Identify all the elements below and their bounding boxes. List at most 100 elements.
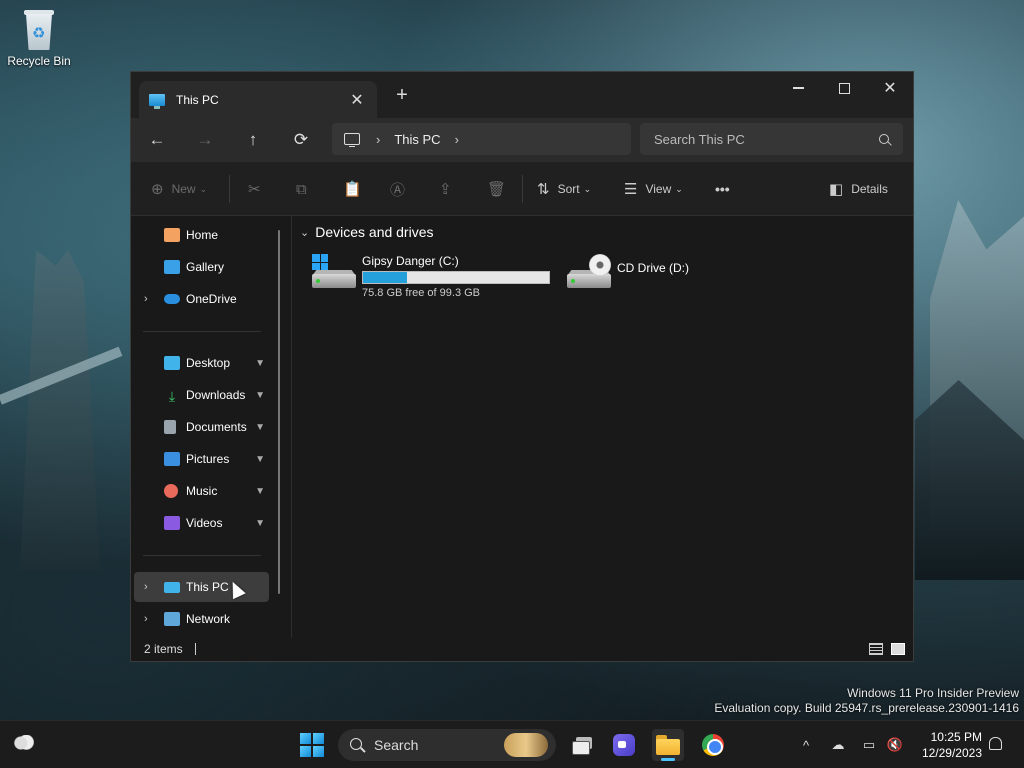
onedrive-tray-icon[interactable]: ☁ <box>826 721 850 768</box>
pictures-icon <box>164 452 180 466</box>
search-icon <box>879 134 889 144</box>
view-button[interactable]: ☰ View ⌄ <box>624 162 683 216</box>
sidebar-item-label: OneDrive <box>186 292 237 306</box>
pin-icon[interactable]: ▼ <box>255 486 265 497</box>
expand-chevron-icon[interactable]: › <box>144 613 148 625</box>
delete-icon: 🗑 <box>487 181 507 198</box>
breadcrumb-this-pc[interactable]: This PC <box>394 132 440 147</box>
details-button[interactable]: ◧ Details <box>829 162 888 216</box>
pin-icon[interactable]: ▼ <box>255 518 265 529</box>
sidebar-item-pictures[interactable]: Pictures ▼ <box>134 444 269 474</box>
evaluation-watermark: Windows 11 Pro Insider Preview Evaluatio… <box>714 686 1019 716</box>
rename-button[interactable]: Ⓐ <box>390 162 413 216</box>
chrome-taskbar-button[interactable] <box>697 729 729 761</box>
chevron-down-icon: ⌄ <box>199 183 208 194</box>
network-tray-icon[interactable]: ▭ <box>858 721 880 768</box>
breadcrumb-chevron[interactable]: › <box>455 132 459 147</box>
search-input[interactable]: Search This PC <box>654 132 879 147</box>
sidebar-item-onedrive[interactable]: › OneDrive <box>134 284 269 314</box>
sidebar-item-label: This PC <box>186 580 229 594</box>
search-highlight-icon <box>504 733 548 757</box>
recycle-bin-desktop-icon[interactable]: ♻ Recycle Bin <box>6 8 72 68</box>
sidebar-item-documents[interactable]: Documents ▼ <box>134 412 269 442</box>
sidebar-item-gallery[interactable]: Gallery <box>134 252 269 282</box>
weather-widget-icon[interactable] <box>12 735 34 751</box>
task-view-icon <box>572 737 592 755</box>
paste-icon: 📋 <box>343 181 362 198</box>
rename-icon: Ⓐ <box>390 181 406 199</box>
new-tab-button[interactable]: + <box>389 84 415 107</box>
pin-icon[interactable]: ▼ <box>255 390 265 401</box>
sidebar-item-home[interactable]: Home <box>134 220 269 250</box>
cd-drive-icon <box>567 254 611 292</box>
show-hidden-icons-button[interactable]: ^ <box>796 721 816 768</box>
sidebar-scrollbar[interactable] <box>278 230 280 594</box>
sort-label: Sort <box>557 182 580 196</box>
tab-close-button[interactable]: ✕ <box>347 90 367 110</box>
chevron-down-icon: ⌄ <box>675 183 683 194</box>
forward-button[interactable]: → <box>189 126 221 154</box>
expand-chevron-icon[interactable]: › <box>144 581 148 593</box>
system-clock[interactable]: 10:25 PM 12/29/2023 <box>918 729 982 761</box>
breadcrumb-chevron[interactable]: › <box>376 132 380 147</box>
new-label: New <box>171 182 196 196</box>
sidebar-item-this-pc[interactable]: › This PC <box>134 572 269 602</box>
volume-muted-icon[interactable]: 🔇 <box>884 721 906 768</box>
drive-usage-bar <box>362 271 550 284</box>
pin-icon[interactable]: ▼ <box>255 358 265 369</box>
videos-icon <box>164 516 180 530</box>
sidebar-item-label: Network <box>186 612 231 626</box>
this-pc-icon <box>149 93 165 109</box>
delete-button[interactable]: 🗑 <box>487 162 514 216</box>
file-list-pane: ⌄ Devices and drives Gipsy Danger (C:) 7… <box>291 216 913 638</box>
close-button[interactable]: ✕ <box>867 72 913 104</box>
share-button[interactable]: ⇪ <box>439 162 460 216</box>
wallpaper-blade <box>0 346 123 405</box>
status-bar: 2 items <box>131 637 913 661</box>
notification-bell-icon[interactable] <box>989 737 1002 750</box>
wallpaper-building <box>930 200 1024 530</box>
command-bar: ⊕ New ⌄ ✂ ⧉ 📋 Ⓐ ⇪ 🗑 ⇅ Sort ⌄ ☰ View ⌄ ••… <box>131 162 913 216</box>
sort-button[interactable]: ⇅ Sort ⌄ <box>537 162 591 216</box>
details-view-button[interactable] <box>869 643 883 655</box>
chevron-down-icon: ⌄ <box>583 183 592 194</box>
large-icons-view-button[interactable] <box>891 643 905 655</box>
search-icon <box>350 738 362 750</box>
sidebar-item-music[interactable]: Music ▼ <box>134 476 269 506</box>
teams-chat-button[interactable] <box>608 729 640 761</box>
task-view-button[interactable] <box>566 729 598 761</box>
cut-button[interactable]: ✂ <box>248 162 269 216</box>
sidebar-item-desktop[interactable]: Desktop ▼ <box>134 348 269 378</box>
recycle-bin-icon: ♻ <box>22 8 56 50</box>
address-bar[interactable]: › This PC › <box>332 123 631 155</box>
drive-item-d[interactable]: CD Drive (D:) <box>567 254 689 292</box>
paste-button[interactable]: 📋 <box>343 162 370 216</box>
plus-circle-icon: ⊕ <box>151 181 164 198</box>
taskbar-search[interactable]: Search <box>338 729 556 761</box>
network-icon <box>164 612 180 626</box>
onedrive-icon <box>164 294 180 304</box>
pin-icon[interactable]: ▼ <box>255 454 265 465</box>
minimize-button[interactable] <box>775 72 821 104</box>
refresh-button[interactable]: ⟳ <box>285 126 317 154</box>
tab-this-pc[interactable]: This PC ✕ <box>139 81 377 118</box>
sidebar-item-videos[interactable]: Videos ▼ <box>134 508 269 538</box>
search-box[interactable]: Search This PC <box>640 123 903 155</box>
sidebar-item-network[interactable]: › Network <box>134 604 269 634</box>
more-options-button[interactable]: ••• <box>715 162 730 216</box>
up-button[interactable]: ↑ <box>237 126 269 154</box>
title-bar[interactable]: This PC ✕ + ✕ <box>131 72 913 118</box>
group-header-devices-and-drives[interactable]: ⌄ Devices and drives <box>300 224 434 240</box>
file-explorer-taskbar-button[interactable] <box>652 729 684 761</box>
back-button[interactable]: ← <box>141 126 173 154</box>
maximize-button[interactable] <box>821 72 867 104</box>
divider <box>143 555 261 556</box>
wallpaper-building <box>915 380 1024 580</box>
drive-item-c[interactable]: Gipsy Danger (C:) 75.8 GB free of 99.3 G… <box>312 254 550 299</box>
new-button[interactable]: ⊕ New ⌄ <box>151 162 207 216</box>
start-button[interactable] <box>300 733 324 757</box>
copy-button[interactable]: ⧉ <box>296 162 315 216</box>
pin-icon[interactable]: ▼ <box>255 422 265 433</box>
expand-chevron-icon[interactable]: › <box>144 293 148 305</box>
sidebar-item-downloads[interactable]: ⤓ Downloads ▼ <box>134 380 269 410</box>
